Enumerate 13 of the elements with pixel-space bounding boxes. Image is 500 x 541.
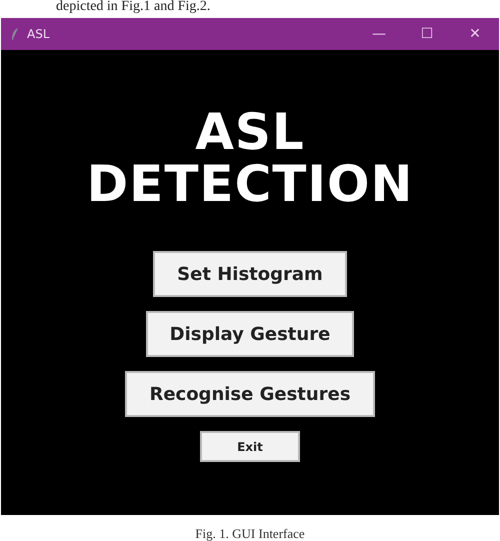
close-button[interactable]: ✕ <box>451 26 499 42</box>
figure-caption: Fig. 1. GUI Interface <box>195 526 305 541</box>
window-title: ASL <box>27 27 51 41</box>
minimize-button[interactable]: — <box>355 26 403 42</box>
action-button[interactable]: Display Gesture <box>146 311 354 357</box>
action-button[interactable]: Recognise Gestures <box>125 371 375 417</box>
app-heading: DETECTION <box>86 158 414 210</box>
feather-icon <box>11 28 19 40</box>
app-heading: ASL <box>195 106 305 158</box>
body-text: depicted in Fig.1 and Fig.2. <box>55 0 212 16</box>
action-button[interactable]: Set Histogram <box>153 251 347 297</box>
maximize-button[interactable]: ☐ <box>403 26 451 42</box>
exit-button[interactable]: Exit <box>200 431 300 462</box>
